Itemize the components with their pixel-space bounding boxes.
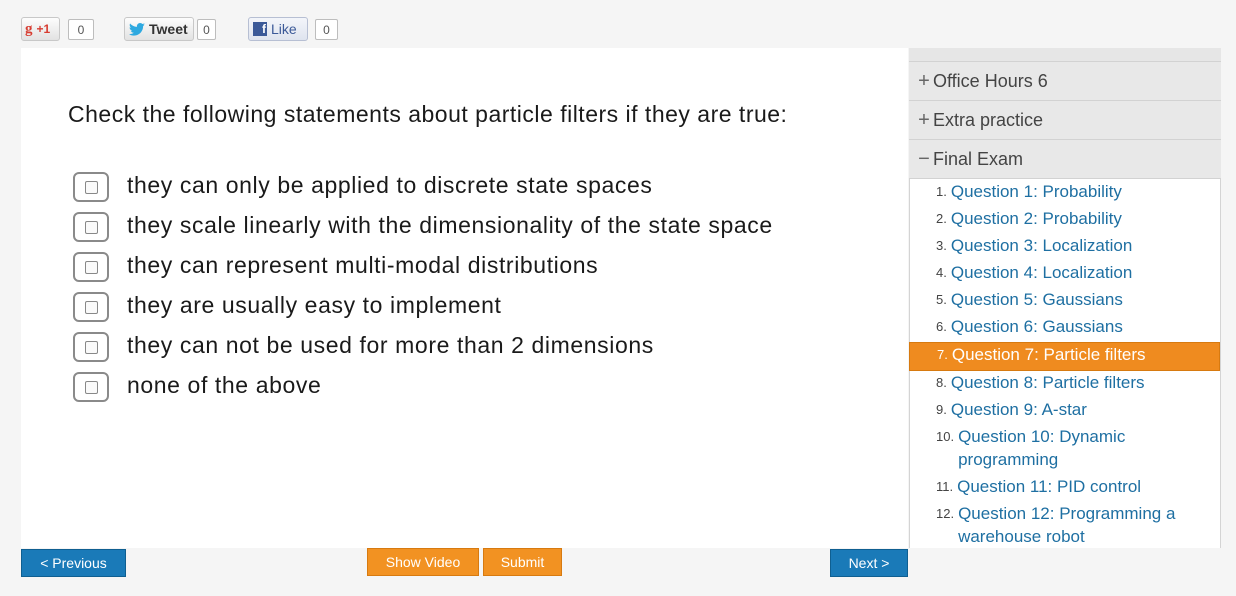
- sidebar-section-office-hours-6[interactable]: + Office Hours 6: [909, 62, 1221, 101]
- question-link[interactable]: 9. Question 9: A-star: [910, 398, 1220, 425]
- question-number: 6.: [936, 319, 947, 334]
- option-checkbox[interactable]: [84, 340, 98, 354]
- option-label[interactable]: they can only be applied to discrete sta…: [127, 172, 652, 198]
- section-label: Extra practice: [933, 109, 1044, 130]
- question-link[interactable]: 2. Question 2: Probability: [910, 207, 1220, 234]
- question-number: 5.: [936, 292, 947, 307]
- question-link[interactable]: 6. Question 6: Gaussians: [910, 315, 1220, 342]
- question-number: 2.: [936, 211, 947, 226]
- question-number: 12.: [936, 506, 955, 521]
- quiz-option[interactable]: they scale linearly with the dimensional…: [73, 212, 773, 252]
- google-plus-icon: g: [25, 20, 33, 37]
- option-label[interactable]: they can not be used for more than 2 dim…: [127, 332, 654, 358]
- google-plus-button[interactable]: g +1: [21, 17, 60, 41]
- tweet-button[interactable]: Tweet: [124, 17, 194, 41]
- question-number: 8.: [936, 375, 947, 390]
- option-checkbox[interactable]: [84, 300, 98, 314]
- question-list: 1. Question 1: Probability 2. Question 2: …: [909, 179, 1221, 548]
- section-label: Office Hours 6: [933, 70, 1048, 91]
- question-link[interactable]: 1. Question 1: Probability: [910, 180, 1220, 207]
- option-label[interactable]: they are usually easy to implement: [127, 292, 502, 318]
- option-checkbox[interactable]: [84, 260, 98, 274]
- question-label[interactable]: Question 7: Particle filters: [952, 343, 1146, 366]
- question-link-active[interactable]: 7. Question 7: Particle filters: [909, 342, 1220, 371]
- checkbox-frame[interactable]: [73, 212, 109, 242]
- submit-button[interactable]: Submit: [483, 548, 562, 576]
- question-link[interactable]: 4. Question 4: Localization: [910, 261, 1220, 288]
- quiz-option[interactable]: they are usually easy to implement: [73, 292, 773, 332]
- checkbox-frame[interactable]: [73, 172, 109, 202]
- expand-icon: +: [918, 69, 930, 92]
- question-label[interactable]: Question 9: A-star: [951, 398, 1087, 421]
- facebook-like-button[interactable]: f Like: [248, 17, 308, 41]
- question-number: 4.: [936, 265, 947, 280]
- facebook-like-count: 0: [315, 19, 338, 40]
- question-label[interactable]: Question 1: Probability: [951, 180, 1122, 203]
- question-link[interactable]: 8. Question 8: Particle filters: [910, 371, 1220, 398]
- question-label[interactable]: Question 4: Localization: [951, 261, 1132, 284]
- quiz-option[interactable]: none of the above: [73, 372, 773, 412]
- question-label[interactable]: Question 8: Particle filters: [951, 371, 1145, 394]
- show-video-button[interactable]: Show Video: [367, 548, 479, 576]
- question-link[interactable]: 11. Question 11: PID control: [910, 475, 1220, 502]
- section-label: Final Exam: [933, 148, 1024, 169]
- question-number: 11.: [936, 479, 954, 494]
- course-sidebar: + Office Hours 6 + Extra practice − Fina…: [909, 48, 1221, 548]
- question-link[interactable]: 12. Question 12: Programming a warehouse …: [910, 502, 1220, 548]
- facebook-f-icon: f: [253, 22, 267, 36]
- option-label[interactable]: none of the above: [127, 372, 321, 398]
- previous-button[interactable]: < Previous: [21, 549, 126, 577]
- question-number: 9.: [936, 402, 947, 417]
- google-plus-label: +1: [36, 22, 51, 36]
- quiz-option[interactable]: they can represent multi-modal distribut…: [73, 252, 773, 292]
- question-number: 1.: [936, 184, 947, 199]
- question-number: 3.: [936, 238, 947, 253]
- question-number: 7.: [937, 347, 948, 362]
- question-label[interactable]: Question 2: Probability: [951, 207, 1122, 230]
- option-label[interactable]: they can represent multi-modal distribut…: [127, 252, 598, 278]
- quiz-option[interactable]: they can only be applied to discrete sta…: [73, 172, 773, 212]
- tweet-label: Tweet: [149, 21, 188, 37]
- sidebar-section-partial: [909, 48, 1221, 62]
- option-checkbox[interactable]: [84, 220, 98, 234]
- question-label[interactable]: Question 6: Gaussians: [951, 315, 1123, 338]
- checkbox-frame[interactable]: [73, 292, 109, 322]
- question-label[interactable]: Question 5: Gaussians: [951, 288, 1123, 311]
- twitter-bird-icon: [129, 22, 145, 36]
- question-number: 10.: [936, 429, 955, 444]
- checkbox-frame[interactable]: [73, 252, 109, 282]
- facebook-like-label: Like: [271, 21, 297, 37]
- sidebar-section-final-exam[interactable]: − Final Exam: [909, 140, 1221, 179]
- quiz-question: Check the following statements about par…: [68, 101, 788, 127]
- expand-icon: +: [918, 108, 930, 131]
- question-link[interactable]: 5. Question 5: Gaussians: [910, 288, 1220, 315]
- collapse-icon: −: [918, 147, 930, 170]
- sidebar-section-extra-practice[interactable]: + Extra practice: [909, 101, 1221, 140]
- question-label[interactable]: Question 3: Localization: [951, 234, 1132, 257]
- tweet-count: 0: [197, 19, 216, 40]
- quiz-option[interactable]: they can not be used for more than 2 dim…: [73, 332, 773, 372]
- quiz-panel: Check the following statements about par…: [21, 48, 908, 548]
- option-label[interactable]: they scale linearly with the dimensional…: [127, 212, 773, 238]
- question-link[interactable]: 3. Question 3: Localization: [910, 234, 1220, 261]
- question-label[interactable]: Question 11: PID control: [957, 475, 1141, 498]
- option-checkbox[interactable]: [84, 180, 98, 194]
- checkbox-frame[interactable]: [73, 332, 109, 362]
- question-label[interactable]: Question 12: Programming a warehouse rob…: [958, 502, 1208, 548]
- next-button[interactable]: Next >: [830, 549, 908, 577]
- option-checkbox[interactable]: [84, 380, 98, 394]
- question-label[interactable]: Question 10: Dynamic programming: [958, 425, 1208, 471]
- quiz-options: they can only be applied to discrete sta…: [73, 172, 773, 412]
- google-plus-count: 0: [68, 19, 94, 40]
- question-link[interactable]: 10. Question 10: Dynamic programming: [910, 425, 1220, 475]
- checkbox-frame[interactable]: [73, 372, 109, 402]
